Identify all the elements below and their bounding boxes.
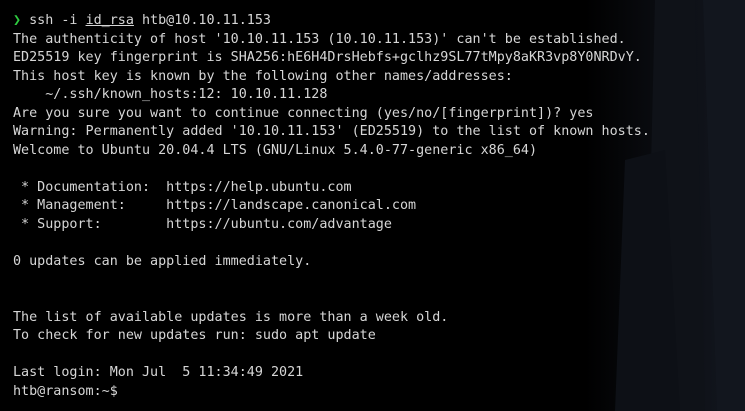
command-line: ❯ ssh -i id_rsa htb@10.10.11.153 bbox=[13, 12, 745, 31]
command-target: htb@10.10.11.153 bbox=[133, 13, 271, 28]
command-keyfile: id_rsa bbox=[85, 13, 134, 28]
output-line: ~/.ssh/known_hosts:12: 10.10.11.128 bbox=[13, 87, 328, 103]
command-prefix: ssh -i bbox=[21, 13, 86, 28]
shell-prompt-line[interactable]: htb@ransom:~$ bbox=[13, 383, 745, 402]
output-line: 0 updates can be applied immediately. bbox=[13, 254, 312, 270]
output-line: * Management: https://landscape.canonica… bbox=[13, 198, 417, 214]
output-line: To check for new updates run: sudo apt u… bbox=[13, 328, 376, 344]
output-line: Are you sure you want to continue connec… bbox=[13, 105, 594, 121]
terminal-window[interactable]: ❯ ssh -i id_rsa htb@10.10.11.153 The aut… bbox=[0, 0, 745, 411]
output-line: ED25519 key fingerprint is SHA256:hE6H4D… bbox=[13, 50, 642, 66]
terminal-output: ❯ ssh -i id_rsa htb@10.10.11.153 The aut… bbox=[13, 12, 745, 401]
output-line: Welcome to Ubuntu 20.04.4 LTS (GNU/Linux… bbox=[13, 142, 538, 158]
shell-prompt: htb@ransom:~$ bbox=[13, 383, 118, 399]
output-line: The authenticity of host '10.10.11.153 (… bbox=[13, 31, 626, 47]
output-line: This host key is known by the following … bbox=[13, 68, 513, 84]
prompt-arrow-icon: ❯ bbox=[13, 13, 22, 28]
output-line: The list of available updates is more th… bbox=[13, 309, 449, 325]
output-line: Last login: Mon Jul 5 11:34:49 2021 bbox=[13, 365, 304, 381]
output-line: * Support: https://ubuntu.com/advantage bbox=[13, 217, 392, 233]
output-line: * Documentation: https://help.ubuntu.com bbox=[13, 179, 352, 195]
output-line: Warning: Permanently added '10.10.11.153… bbox=[13, 124, 650, 140]
